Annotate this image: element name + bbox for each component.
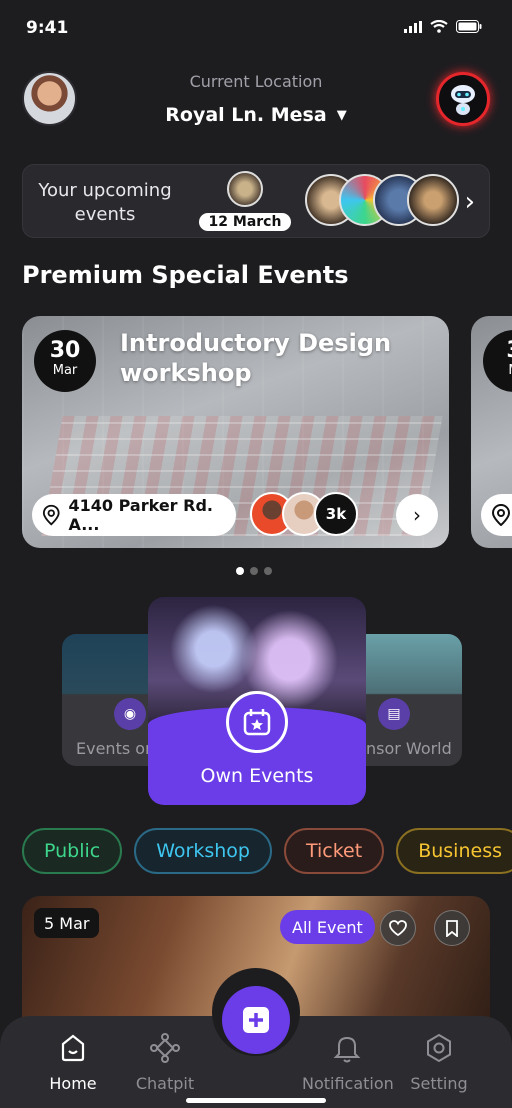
date-month: Mar: [52, 363, 78, 378]
favorite-button[interactable]: [380, 910, 416, 946]
nav-label: Setting: [410, 1074, 468, 1093]
battery-icon: [456, 20, 482, 33]
create-event-button[interactable]: [222, 986, 290, 1054]
carousel-pagination: [236, 567, 272, 575]
section-title-premium: Premium Special Events: [22, 261, 349, 289]
all-event-badge[interactable]: All Event: [280, 910, 375, 944]
heart-icon: [389, 920, 407, 936]
location-value: Royal Ln. Mesa: [165, 104, 327, 126]
plus-square-icon: [243, 1007, 269, 1033]
nav-setting[interactable]: Setting: [394, 1030, 484, 1093]
upcoming-events-bar[interactable]: Your upcoming events 12 March ›: [22, 164, 490, 238]
nav-notification[interactable]: Notification: [302, 1030, 394, 1093]
address-pill[interactable]: [481, 494, 512, 536]
date-month: M: [483, 363, 512, 378]
premium-event-card-next[interactable]: 3 M: [471, 316, 512, 548]
upcoming-label: Your upcoming events: [38, 180, 172, 225]
category-label: Own Events: [200, 765, 314, 787]
tag-ticket[interactable]: Ticket: [283, 828, 385, 874]
event-title: Introductory Design workshop: [120, 329, 392, 387]
tag-public[interactable]: Public: [22, 828, 123, 874]
status-icons: [404, 20, 482, 33]
attendee-count: 3k: [314, 492, 358, 536]
tag-business[interactable]: Business: [396, 828, 512, 874]
home-icon: [61, 1034, 85, 1062]
nav-chatpit[interactable]: Chatpit: [120, 1030, 210, 1093]
category-label: Events on: [76, 739, 156, 758]
tag-filter-row: Public Workshop Ticket Business: [22, 828, 512, 874]
pagination-dot[interactable]: [236, 567, 244, 575]
nav-label: Home: [49, 1074, 97, 1093]
event-date: 5 Mar: [34, 908, 100, 938]
tag-workshop[interactable]: Workshop: [134, 828, 272, 874]
date-day: 30: [49, 338, 81, 363]
bookmark-icon: [446, 919, 458, 937]
robot-icon: [451, 85, 475, 115]
pagination-dot[interactable]: [250, 567, 258, 575]
nav-home[interactable]: Home: [28, 1030, 118, 1093]
chevron-right-icon: ›: [413, 503, 421, 527]
gear-icon: [427, 1033, 451, 1063]
location-pin-icon: [42, 504, 60, 526]
premium-event-card[interactable]: 30 Mar Introductory Design workshop 4140…: [22, 316, 449, 548]
home-indicator: [186, 1098, 326, 1103]
wifi-icon: [430, 20, 448, 33]
globe-icon: ◉: [114, 698, 146, 730]
attendees-stack[interactable]: 3k: [250, 492, 358, 536]
upcoming-date: 12 March: [199, 213, 291, 231]
network-icon: [150, 1033, 180, 1063]
date-day: 3: [483, 338, 512, 363]
upcoming-event-thumbnail: [227, 171, 263, 207]
calendar-star-icon: [226, 691, 288, 753]
signal-icon: [404, 20, 422, 33]
card-next-button[interactable]: ›: [396, 494, 438, 536]
category-label: nsor World: [366, 739, 452, 758]
pagination-dot[interactable]: [264, 567, 272, 575]
bell-icon: [333, 1036, 361, 1063]
location-pin-icon: [491, 503, 511, 527]
chevron-right-icon[interactable]: ›: [465, 187, 475, 217]
document-icon: ▤: [378, 698, 410, 730]
status-time: 9:41: [26, 18, 69, 38]
category-card-own-events[interactable]: Own Events: [148, 597, 366, 805]
ai-assistant-button[interactable]: [436, 72, 490, 126]
nav-label: Notification: [302, 1074, 394, 1093]
location-label: Current Location: [189, 72, 323, 91]
location-selector[interactable]: Royal Ln. Mesa ▼: [0, 104, 512, 126]
nav-label: Chatpit: [135, 1074, 195, 1093]
date-badge: 3 M: [483, 330, 512, 392]
upcoming-thumbnails: [305, 174, 459, 226]
address-text: 4140 Parker Rd. A...: [68, 496, 213, 534]
address-pill[interactable]: 4140 Parker Rd. A...: [32, 494, 236, 536]
bookmark-button[interactable]: [434, 910, 470, 946]
date-badge: 30 Mar: [34, 330, 96, 392]
event-thumb: [407, 174, 459, 226]
caret-down-icon: ▼: [336, 108, 347, 123]
